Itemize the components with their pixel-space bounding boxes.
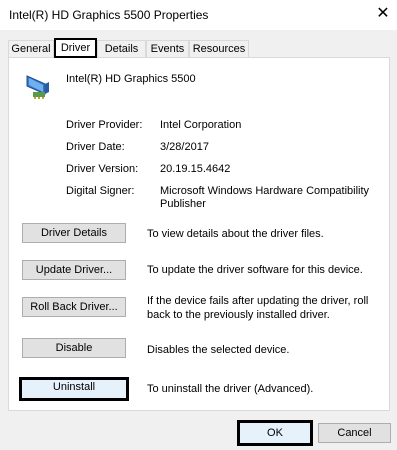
- driver-version-label: Driver Version:: [66, 163, 139, 175]
- uninstall-description: To uninstall the driver (Advanced).: [147, 383, 314, 395]
- uninstall-button[interactable]: Uninstall: [19, 377, 129, 401]
- tab-general[interactable]: General: [8, 40, 54, 57]
- driver-provider-value: Intel Corporation: [160, 119, 242, 131]
- disable-button[interactable]: Disable: [22, 338, 126, 358]
- tab-driver[interactable]: Driver: [54, 38, 97, 58]
- tab-resources[interactable]: Resources: [189, 40, 249, 57]
- digital-signer-value-line2: Publisher: [160, 198, 206, 210]
- tab-events[interactable]: Events: [146, 40, 189, 57]
- roll-back-description-line1: If the device fails after updating the d…: [147, 295, 369, 307]
- window-title: Intel(R) HD Graphics 5500 Properties: [9, 8, 209, 22]
- ok-button[interactable]: OK: [237, 420, 313, 446]
- driver-details-description: To view details about the driver files.: [147, 228, 324, 240]
- cancel-button[interactable]: Cancel: [318, 423, 391, 443]
- driver-provider-label: Driver Provider:: [66, 119, 143, 131]
- disable-description: Disables the selected device.: [147, 344, 290, 356]
- driver-details-button[interactable]: Driver Details: [22, 223, 126, 243]
- device-name: Intel(R) HD Graphics 5500: [66, 73, 196, 85]
- driver-date-value: 3/28/2017: [160, 141, 209, 153]
- roll-back-driver-button[interactable]: Roll Back Driver...: [22, 297, 126, 317]
- digital-signer-value-line1: Microsoft Windows Hardware Compatibility: [160, 185, 370, 197]
- driver-date-label: Driver Date:: [66, 141, 125, 153]
- digital-signer-label: Digital Signer:: [66, 185, 135, 197]
- driver-version-value: 20.19.15.4642: [160, 163, 231, 175]
- tab-details[interactable]: Details: [97, 40, 146, 57]
- title-bar: Intel(R) HD Graphics 5500 Properties ✕: [0, 0, 397, 30]
- close-icon[interactable]: ✕: [372, 4, 394, 24]
- update-driver-button[interactable]: Update Driver...: [22, 260, 126, 280]
- display-adapter-icon: [26, 75, 49, 99]
- update-driver-description: To update the driver software for this d…: [147, 264, 363, 276]
- roll-back-description-line2: back to the previously installed driver.: [147, 309, 330, 321]
